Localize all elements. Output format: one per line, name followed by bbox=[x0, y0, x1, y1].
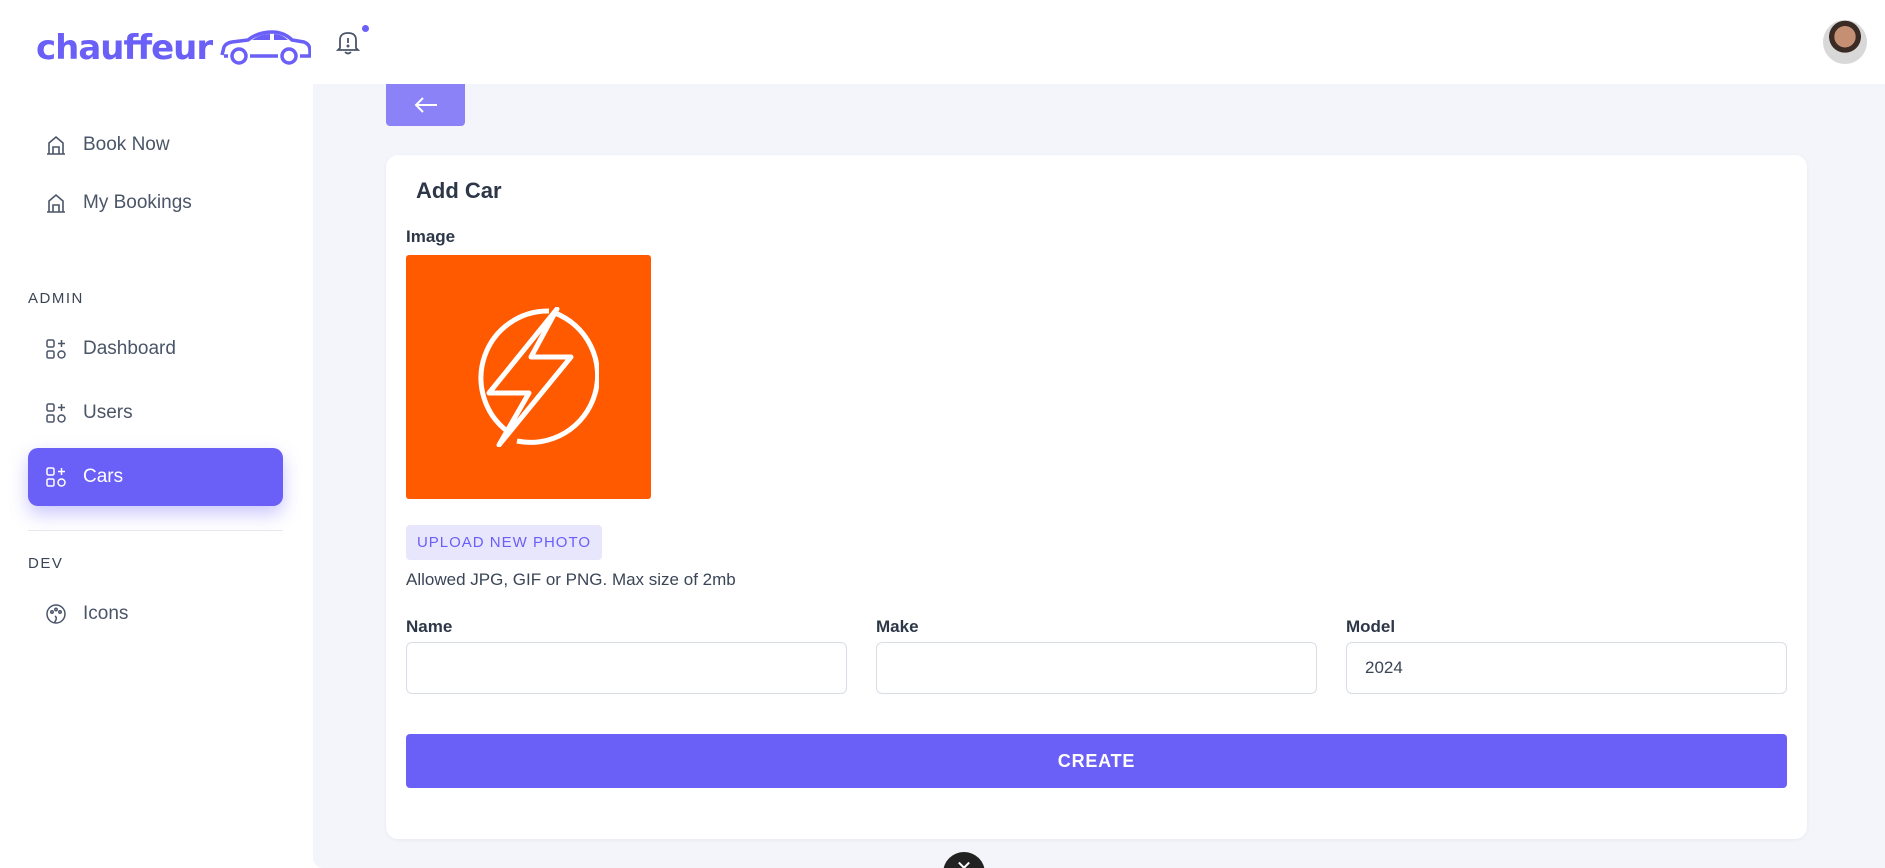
bell-icon[interactable] bbox=[335, 28, 361, 56]
nav-top: Book Now My Bookings bbox=[28, 116, 283, 232]
make-label: Make bbox=[876, 617, 919, 636]
add-car-card: Add Car Image UPLOAD NEW PHOTO Allowed J… bbox=[386, 155, 1807, 839]
nav-admin: Dashboard Users Cars bbox=[28, 320, 283, 506]
sidebar-item-label: Cars bbox=[83, 466, 124, 487]
sidebar-item-label: Users bbox=[83, 402, 133, 423]
sidebar-item-icons[interactable]: Icons bbox=[28, 585, 283, 643]
image-preview bbox=[406, 255, 651, 499]
create-button[interactable]: CREATE bbox=[406, 734, 1787, 788]
upload-hint: Allowed JPG, GIF or PNG. Max size of 2mb bbox=[406, 570, 736, 589]
name-label: Name bbox=[406, 617, 453, 636]
sidebar-item-cars[interactable]: Cars bbox=[28, 448, 283, 506]
sidebar-item-users[interactable]: Users bbox=[28, 384, 283, 442]
image-label: Image bbox=[406, 227, 456, 246]
model-label: Model bbox=[1346, 617, 1396, 636]
nav-dev: Icons bbox=[28, 585, 283, 643]
grid-plus-icon bbox=[45, 466, 67, 488]
home-icon bbox=[45, 192, 67, 214]
sidebar-item-label: Dashboard bbox=[83, 338, 176, 359]
sidebar-item-label: Book Now bbox=[83, 134, 170, 155]
sidebar: chauffeur Book Now My Bookings ADMIN Das… bbox=[0, 0, 314, 868]
avatar[interactable] bbox=[1823, 20, 1867, 64]
car-icon bbox=[220, 30, 312, 65]
top-header bbox=[311, 0, 1885, 84]
palette-icon bbox=[45, 603, 67, 625]
section-label-dev: DEV bbox=[28, 555, 64, 572]
name-field[interactable] bbox=[406, 642, 847, 694]
make-field[interactable] bbox=[876, 642, 1317, 694]
logo-text: chauffeur bbox=[36, 28, 213, 68]
notification-dot bbox=[360, 23, 371, 34]
upload-photo-button[interactable]: UPLOAD NEW PHOTO bbox=[406, 525, 602, 560]
section-label-admin: ADMIN bbox=[28, 290, 84, 307]
sidebar-item-book-now[interactable]: Book Now bbox=[28, 116, 283, 174]
logo[interactable]: chauffeur bbox=[36, 28, 314, 68]
main-content: Add Car Image UPLOAD NEW PHOTO Allowed J… bbox=[313, 84, 1885, 868]
grid-plus-icon bbox=[45, 338, 67, 360]
sidebar-item-dashboard[interactable]: Dashboard bbox=[28, 320, 283, 378]
home-icon bbox=[45, 134, 67, 156]
sidebar-item-label: My Bookings bbox=[83, 192, 192, 213]
sidebar-divider bbox=[28, 530, 283, 531]
lightning-icon bbox=[477, 307, 599, 447]
back-button[interactable] bbox=[386, 84, 465, 126]
arrow-left-icon bbox=[414, 97, 437, 113]
grid-plus-icon bbox=[45, 402, 67, 424]
page-title: Add Car bbox=[416, 178, 502, 203]
sidebar-item-label: Icons bbox=[83, 603, 129, 624]
sidebar-item-my-bookings[interactable]: My Bookings bbox=[28, 174, 283, 232]
model-field[interactable] bbox=[1346, 642, 1787, 694]
